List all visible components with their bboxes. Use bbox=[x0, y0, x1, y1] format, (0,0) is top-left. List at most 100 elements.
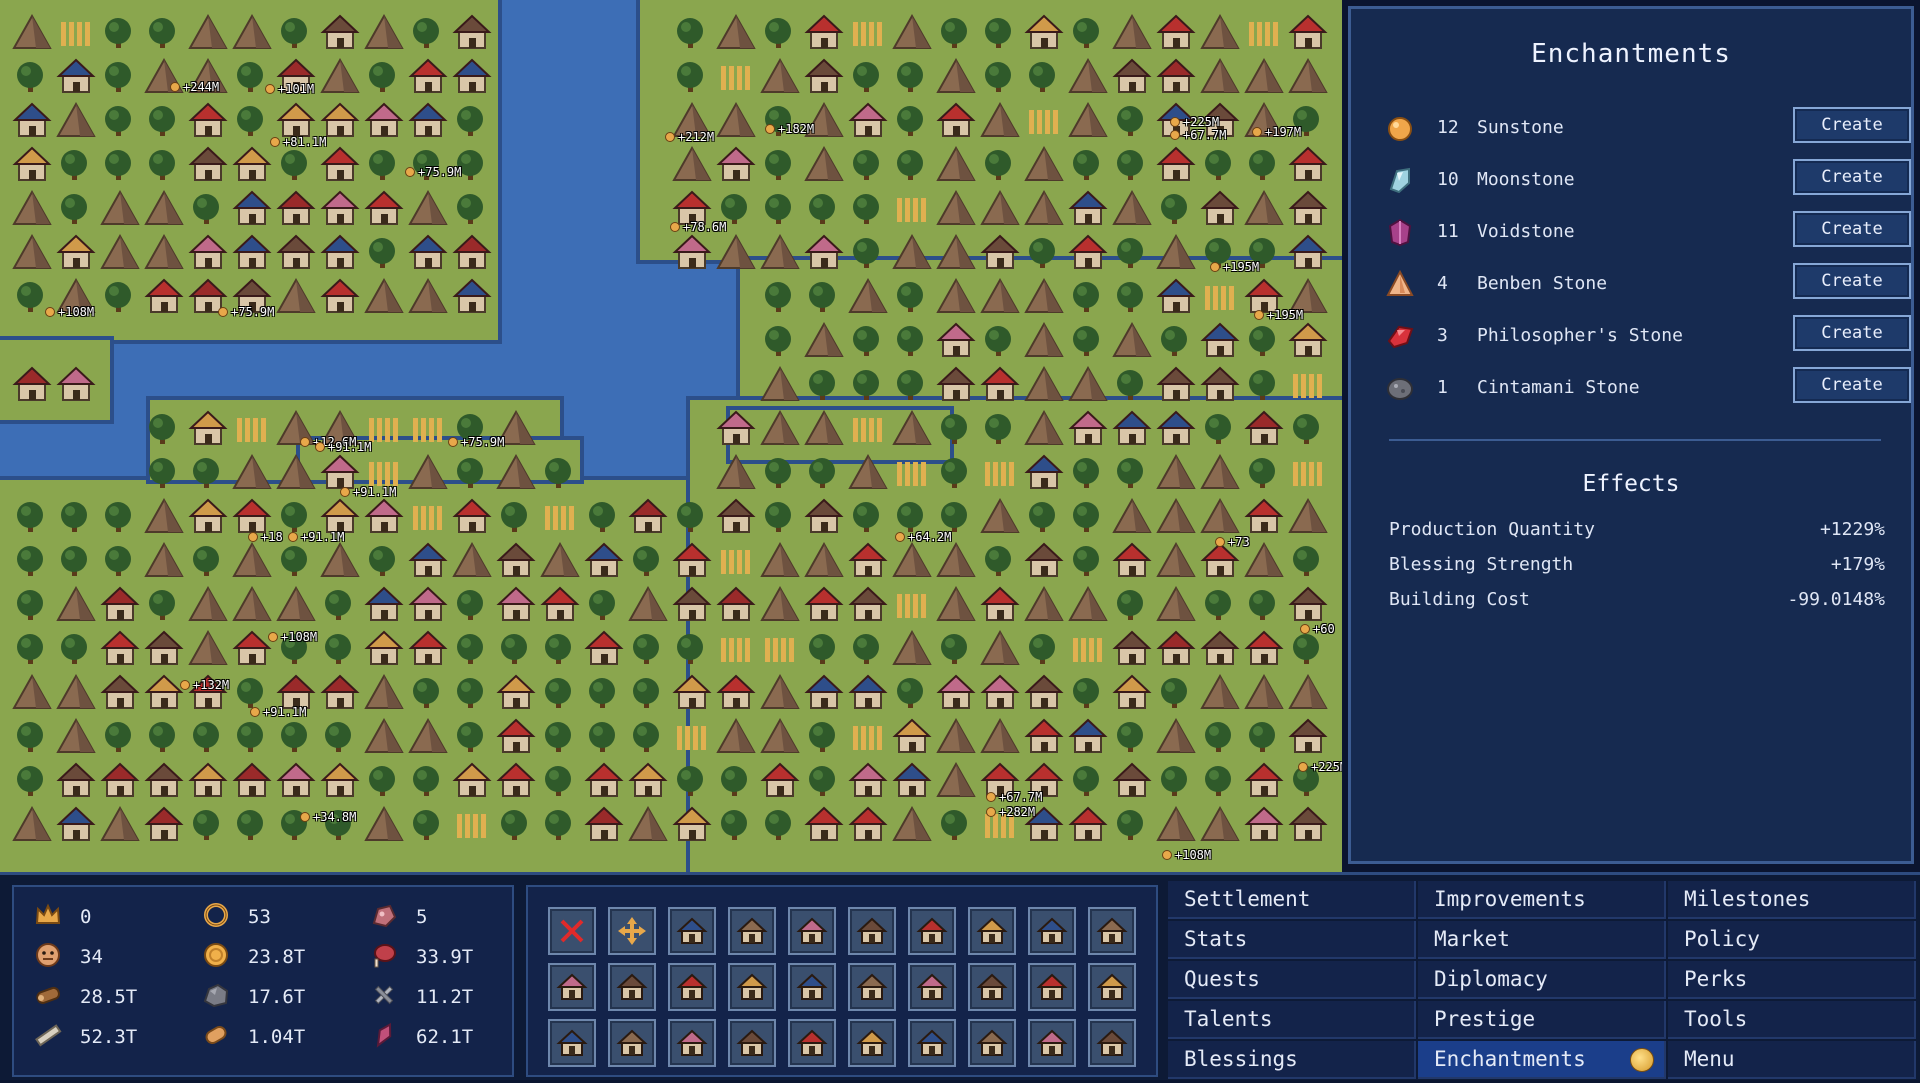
build-slot-monument[interactable] bbox=[848, 1019, 896, 1067]
build-slot-forge[interactable] bbox=[1028, 907, 1076, 955]
enchantment-row-benben-stone: 4 Benben Stone Create bbox=[1385, 263, 1911, 305]
resource-bread: 1.04T bbox=[202, 1021, 372, 1051]
meat-icon bbox=[374, 944, 396, 968]
resource-value: 17.6T bbox=[248, 986, 306, 1008]
build-slot-granary[interactable] bbox=[908, 963, 956, 1011]
mine-icon bbox=[976, 917, 1008, 944]
menu-blessings[interactable]: Blessings bbox=[1168, 1041, 1416, 1079]
build-slot-move[interactable] bbox=[608, 907, 656, 955]
menu-label: Tools bbox=[1684, 1007, 1748, 1031]
build-slot-mine[interactable] bbox=[968, 907, 1016, 955]
faith-ring-icon bbox=[204, 903, 228, 927]
enchantment-count: 10 bbox=[1437, 169, 1459, 190]
create-moonstone-button[interactable]: Create bbox=[1793, 159, 1911, 195]
resource-tools: 11.2T bbox=[370, 981, 540, 1011]
map-terrain[interactable] bbox=[0, 0, 1342, 872]
create-philosophers-stone-button[interactable]: Create bbox=[1793, 315, 1911, 351]
build-slot-workshop[interactable] bbox=[1028, 963, 1076, 1011]
build-slot-market[interactable] bbox=[1088, 963, 1136, 1011]
build-slot-stable[interactable] bbox=[968, 963, 1016, 1011]
resources-panel: 0 34 28.5T 52.3T 53 23.8T 17.6T 1.04T 5 … bbox=[12, 885, 514, 1077]
build-slot-barn[interactable] bbox=[908, 907, 956, 955]
build-slot-garden[interactable] bbox=[1088, 907, 1136, 955]
notification-coin-icon bbox=[1630, 1048, 1654, 1072]
menu-improvements[interactable]: Improvements bbox=[1418, 881, 1666, 919]
effect-name: Blessing Strength bbox=[1389, 554, 1574, 575]
menu-label: Perks bbox=[1684, 967, 1748, 991]
create-voidstone-button[interactable]: Create bbox=[1793, 211, 1911, 247]
guild-icon bbox=[976, 1029, 1008, 1056]
resource-gem-ore: 5 bbox=[370, 901, 540, 931]
create-benben-stone-button[interactable]: Create bbox=[1793, 263, 1911, 299]
menu-diplomacy[interactable]: Diplomacy bbox=[1418, 961, 1666, 999]
menu-perks[interactable]: Perks bbox=[1668, 961, 1916, 999]
menu-stats[interactable]: Stats bbox=[1168, 921, 1416, 959]
enchantment-count: 1 bbox=[1437, 377, 1448, 398]
barn-icon bbox=[916, 917, 948, 944]
build-slot-manor[interactable] bbox=[788, 907, 836, 955]
resource-faith: 53 bbox=[202, 901, 372, 931]
stable-icon bbox=[976, 973, 1008, 1000]
create-cintamani-stone-button[interactable]: Create bbox=[1793, 367, 1911, 403]
build-slot-chapel[interactable] bbox=[608, 1019, 656, 1067]
build-slot-tent[interactable] bbox=[548, 963, 596, 1011]
build-slot-blue-house[interactable] bbox=[788, 963, 836, 1011]
build-slot-castle[interactable] bbox=[1028, 1019, 1076, 1067]
tower-icon bbox=[916, 1029, 948, 1056]
resource-value: 23.8T bbox=[248, 946, 306, 968]
menu-policy[interactable]: Policy bbox=[1668, 921, 1916, 959]
resource-value: 1.04T bbox=[248, 1026, 306, 1048]
build-slot-red-house[interactable] bbox=[728, 907, 776, 955]
build-slot-lighthouse[interactable] bbox=[548, 1019, 596, 1067]
enchantment-count: 12 bbox=[1437, 117, 1459, 138]
castle-icon bbox=[1036, 1029, 1068, 1056]
demolish-icon bbox=[560, 919, 584, 943]
enchantment-count: 3 bbox=[1437, 325, 1448, 346]
build-slot-lumber[interactable] bbox=[608, 963, 656, 1011]
plank-icon bbox=[35, 1024, 62, 1047]
build-palette bbox=[526, 885, 1158, 1077]
build-slot-shrine[interactable] bbox=[668, 1019, 716, 1067]
lighthouse-icon bbox=[556, 1029, 588, 1056]
menu-talents[interactable]: Talents bbox=[1168, 1001, 1416, 1039]
tent-icon bbox=[556, 973, 588, 1000]
enchantment-name: Cintamani Stone bbox=[1477, 377, 1640, 398]
effect-value: +1229% bbox=[1819, 519, 1885, 540]
game-map[interactable]: +244M +101M +81.1M +75.9M +108M +75.9M +212M +1… bbox=[0, 0, 1342, 872]
chapel-icon bbox=[616, 1029, 648, 1056]
create-sunstone-button[interactable]: Create bbox=[1793, 107, 1911, 143]
menu-quests[interactable]: Quests bbox=[1168, 961, 1416, 999]
menu-tools[interactable]: Tools bbox=[1668, 1001, 1916, 1039]
menu-menu[interactable]: Menu bbox=[1668, 1041, 1916, 1079]
manor-icon bbox=[796, 917, 828, 944]
menu-market[interactable]: Market bbox=[1418, 921, 1666, 959]
build-slot-demolish[interactable] bbox=[548, 907, 596, 955]
build-slot-bakery[interactable] bbox=[728, 963, 776, 1011]
resource-value: 28.5T bbox=[80, 986, 138, 1008]
build-slot-statue[interactable] bbox=[788, 1019, 836, 1067]
temple-icon bbox=[736, 1029, 768, 1056]
effect-name: Production Quantity bbox=[1389, 519, 1595, 540]
menu-settlement[interactable]: Settlement bbox=[1168, 881, 1416, 919]
fountain-icon bbox=[1096, 1029, 1128, 1056]
effect-building-cost: Building Cost -99.0148% bbox=[1389, 589, 1885, 617]
market-icon bbox=[1096, 973, 1128, 1000]
build-slot-guild[interactable] bbox=[968, 1019, 1016, 1067]
build-slot-temple[interactable] bbox=[728, 1019, 776, 1067]
menu-label: Improvements bbox=[1434, 887, 1586, 911]
menu-label: Quests bbox=[1184, 967, 1260, 991]
menu-label: Menu bbox=[1684, 1047, 1735, 1071]
menu-milestones[interactable]: Milestones bbox=[1668, 881, 1916, 919]
menu-enchantments[interactable]: Enchantments bbox=[1418, 1041, 1666, 1079]
menu-prestige[interactable]: Prestige bbox=[1418, 1001, 1666, 1039]
build-slot-hut[interactable] bbox=[668, 907, 716, 955]
build-slot-wheat-farm[interactable] bbox=[848, 907, 896, 955]
enchantment-row-voidstone: 11 Voidstone Create bbox=[1385, 211, 1911, 253]
build-slot-fountain[interactable] bbox=[1088, 1019, 1136, 1067]
crown-icon bbox=[35, 903, 61, 924]
enchantment-row-cintamani-stone: 1 Cintamani Stone Create bbox=[1385, 367, 1911, 409]
build-slot-quarry[interactable] bbox=[848, 963, 896, 1011]
build-slot-mill[interactable] bbox=[668, 963, 716, 1011]
build-slot-tower[interactable] bbox=[908, 1019, 956, 1067]
enchantment-count: 4 bbox=[1437, 273, 1448, 294]
